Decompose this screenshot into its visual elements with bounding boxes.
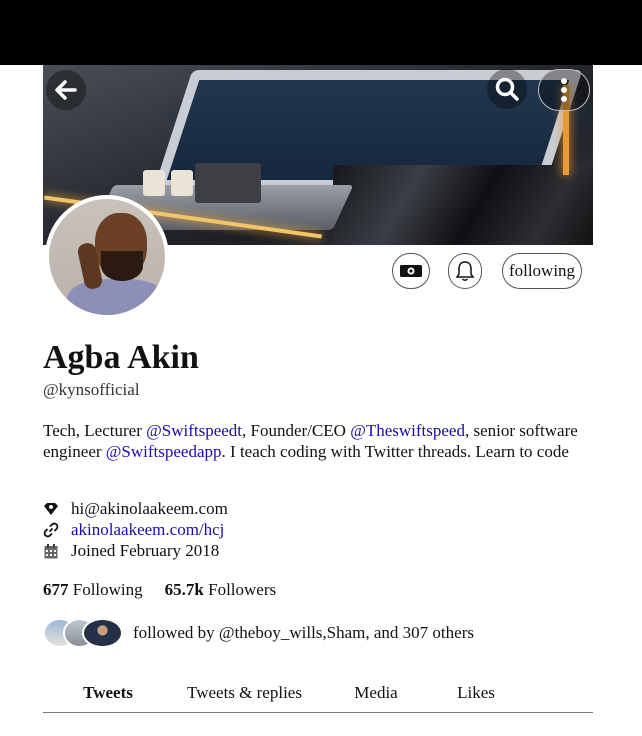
back-button[interactable] (46, 70, 86, 110)
search-icon (495, 77, 519, 101)
email-row: hi@akinolaakeem.com (43, 499, 228, 519)
mention-link[interactable]: @Swiftspeedapp (106, 442, 222, 461)
mention-link[interactable]: @Theswiftspeed (350, 421, 465, 440)
tab-media[interactable]: Media (316, 678, 436, 708)
profile-name: Agba Akin (43, 339, 199, 376)
avatar[interactable] (45, 195, 169, 319)
profile-tabs: Tweets Tweets & replies Media Likes (43, 678, 593, 713)
tab-tweets[interactable]: Tweets (43, 678, 173, 708)
mention-link[interactable]: @Swiftspeedt (146, 421, 242, 440)
joined-date: Joined February 2018 (71, 541, 220, 560)
website-row: akinolaakeem.com/hcj (43, 520, 224, 540)
back-arrow-icon (55, 80, 77, 100)
more-vertical-icon (561, 78, 567, 102)
following-button[interactable]: following (502, 253, 582, 289)
profile-website-link[interactable]: akinolaakeem.com/hcj (71, 520, 224, 540)
money-icon (400, 265, 422, 277)
location-pin-icon (43, 501, 59, 517)
calendar-icon (43, 543, 59, 559)
more-options-button[interactable] (538, 69, 590, 111)
search-button[interactable] (487, 69, 527, 109)
profile-bio: Tech, Lecturer @Swiftspeedt, Founder/CEO… (43, 421, 578, 461)
profile-email: hi@akinolaakeem.com (71, 499, 228, 518)
top-bar (0, 0, 642, 65)
avatar (82, 618, 123, 648)
follower-avatars (43, 618, 123, 648)
following-stat[interactable]: 677 Following (43, 580, 143, 600)
follow-stats: 677 Following 65.7k Followers (43, 580, 276, 600)
notifications-button[interactable] (448, 253, 482, 289)
followers-stat[interactable]: 65.7k Followers (165, 580, 276, 600)
tab-likes[interactable]: Likes (436, 678, 516, 708)
tab-tweets-replies[interactable]: Tweets & replies (173, 678, 316, 708)
followed-by-text: followed by @theboy_wills,Sham, and 307 … (133, 623, 474, 642)
bell-icon (455, 261, 475, 281)
joined-row: Joined February 2018 (43, 541, 219, 561)
link-icon (43, 522, 59, 538)
tip-button[interactable] (392, 253, 430, 289)
profile-handle: @kynsofficial (43, 380, 140, 399)
followed-by-row[interactable]: followed by @theboy_wills,Sham, and 307 … (43, 618, 474, 648)
